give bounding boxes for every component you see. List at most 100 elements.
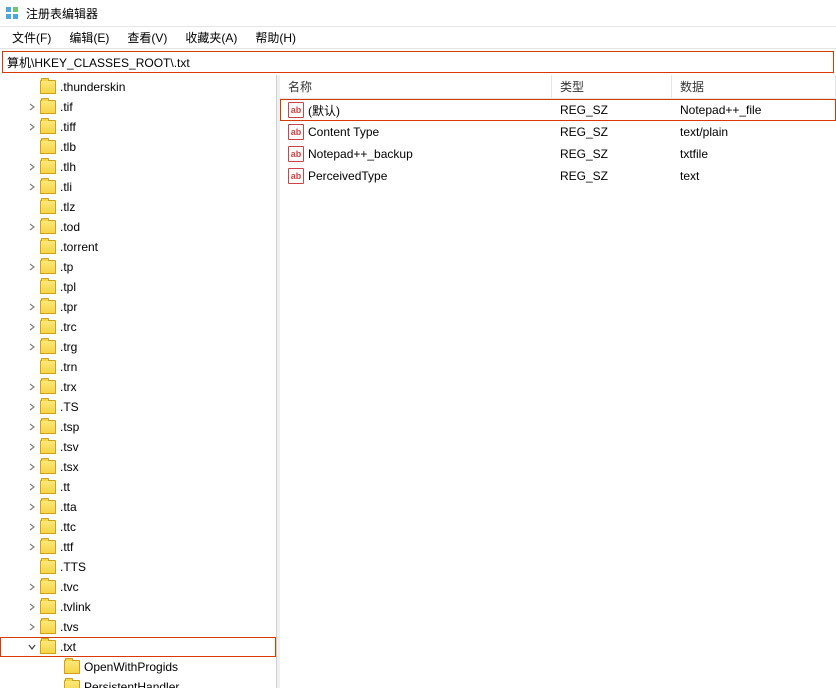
folder-icon	[40, 380, 56, 394]
tree-item[interactable]: .tvc	[0, 577, 276, 597]
tree-item[interactable]: .tlz	[0, 197, 276, 217]
value-name: Content Type	[308, 125, 379, 139]
menu-file[interactable]: 文件(F)	[4, 27, 59, 48]
folder-icon	[40, 520, 56, 534]
chevron-right-icon[interactable]	[24, 339, 40, 355]
folder-icon	[40, 260, 56, 274]
value-name: PerceivedType	[308, 169, 387, 183]
tree-item[interactable]: .TS	[0, 397, 276, 417]
chevron-right-icon[interactable]	[24, 99, 40, 115]
folder-icon	[40, 320, 56, 334]
menu-favorites[interactable]: 收藏夹(A)	[177, 27, 245, 48]
tree-item[interactable]: .tli	[0, 177, 276, 197]
tree-item[interactable]: .torrent	[0, 237, 276, 257]
tree-item[interactable]: .tvlink	[0, 597, 276, 617]
chevron-right-icon[interactable]	[24, 419, 40, 435]
cell-data: Notepad++_file	[672, 103, 836, 117]
list-row[interactable]: abContent TypeREG_SZtext/plain	[280, 121, 836, 143]
tree-item[interactable]: .tod	[0, 217, 276, 237]
tree-item-label: .trx	[60, 380, 77, 394]
header-type[interactable]: 类型	[552, 75, 672, 98]
chevron-right-icon[interactable]	[24, 599, 40, 615]
menu-help[interactable]: 帮助(H)	[247, 27, 304, 48]
menu-view[interactable]: 查看(V)	[119, 27, 175, 48]
tree-item[interactable]: .tsv	[0, 437, 276, 457]
tree-item[interactable]: .tlb	[0, 137, 276, 157]
chevron-right-icon[interactable]	[24, 119, 40, 135]
chevron-right-icon	[24, 559, 40, 575]
chevron-right-icon[interactable]	[24, 539, 40, 555]
tree-item-label: .tt	[60, 480, 70, 494]
chevron-right-icon[interactable]	[24, 299, 40, 315]
list-body[interactable]: ab(默认)REG_SZNotepad++_fileabContent Type…	[280, 99, 836, 688]
tree-item[interactable]: .tt	[0, 477, 276, 497]
chevron-right-icon[interactable]	[24, 379, 40, 395]
tree-item[interactable]: .tiff	[0, 117, 276, 137]
chevron-right-icon[interactable]	[24, 619, 40, 635]
chevron-right-icon[interactable]	[24, 519, 40, 535]
tree-item[interactable]: .tlh	[0, 157, 276, 177]
chevron-right-icon[interactable]	[24, 479, 40, 495]
value-name: Notepad++_backup	[308, 147, 413, 161]
tree-item[interactable]: .ttf	[0, 537, 276, 557]
tree-item[interactable]: .ttc	[0, 517, 276, 537]
chevron-right-icon[interactable]	[24, 179, 40, 195]
chevron-right-icon[interactable]	[24, 159, 40, 175]
chevron-right-icon[interactable]	[24, 219, 40, 235]
tree-item[interactable]: .trn	[0, 357, 276, 377]
tree-item[interactable]: .trg	[0, 337, 276, 357]
tree-item[interactable]: .tpl	[0, 277, 276, 297]
folder-icon	[40, 240, 56, 254]
tree-item[interactable]: .thunderskin	[0, 77, 276, 97]
menu-edit[interactable]: 编辑(E)	[61, 27, 117, 48]
tree-item[interactable]: PersistentHandler	[0, 677, 276, 688]
list-row[interactable]: abPerceivedTypeREG_SZtext	[280, 165, 836, 187]
tree-panel[interactable]: .thunderskin.tif.tiff.tlb.tlh.tli.tlz.to…	[0, 75, 277, 688]
folder-icon	[40, 200, 56, 214]
tree-item[interactable]: .tta	[0, 497, 276, 517]
folder-icon	[40, 140, 56, 154]
tree-item-label: .thunderskin	[60, 80, 125, 94]
tree-item-label: .tsx	[60, 460, 79, 474]
value-name: (默认)	[308, 102, 340, 119]
list-row[interactable]: ab(默认)REG_SZNotepad++_file	[280, 99, 836, 121]
header-name[interactable]: 名称	[280, 75, 552, 98]
tree-item[interactable]: OpenWithProgids	[0, 657, 276, 677]
chevron-right-icon[interactable]	[24, 259, 40, 275]
tree-item[interactable]: .tvs	[0, 617, 276, 637]
tree-item[interactable]: .trx	[0, 377, 276, 397]
folder-icon	[40, 620, 56, 634]
tree-item[interactable]: .tsx	[0, 457, 276, 477]
chevron-right-icon[interactable]	[24, 399, 40, 415]
chevron-down-icon[interactable]	[24, 639, 40, 655]
chevron-right-icon	[24, 359, 40, 375]
tree-item[interactable]: .tpr	[0, 297, 276, 317]
cell-data: txtfile	[672, 147, 836, 161]
chevron-right-icon[interactable]	[24, 459, 40, 475]
tree-item[interactable]: .tif	[0, 97, 276, 117]
folder-icon	[40, 600, 56, 614]
tree-item[interactable]: .tsp	[0, 417, 276, 437]
list-row[interactable]: abNotepad++_backupREG_SZtxtfile	[280, 143, 836, 165]
folder-icon	[40, 480, 56, 494]
tree-item[interactable]: .txt	[0, 637, 276, 657]
folder-icon	[40, 400, 56, 414]
cell-type: REG_SZ	[552, 169, 672, 183]
tree-item[interactable]: .tp	[0, 257, 276, 277]
folder-icon	[40, 100, 56, 114]
chevron-right-icon	[48, 679, 64, 688]
chevron-right-icon	[24, 239, 40, 255]
tree-item[interactable]: .TTS	[0, 557, 276, 577]
chevron-right-icon[interactable]	[24, 579, 40, 595]
chevron-right-icon[interactable]	[24, 499, 40, 515]
tree-item-label: .trg	[60, 340, 77, 354]
folder-icon	[40, 160, 56, 174]
tree-item[interactable]: .trc	[0, 317, 276, 337]
address-bar[interactable]: 算机\HKEY_CLASSES_ROOT\.txt	[2, 51, 834, 73]
chevron-right-icon[interactable]	[24, 439, 40, 455]
string-value-icon: ab	[288, 102, 304, 118]
cell-name: abPerceivedType	[280, 168, 552, 184]
tree-item-label: OpenWithProgids	[84, 660, 178, 674]
header-data[interactable]: 数据	[672, 75, 836, 98]
chevron-right-icon[interactable]	[24, 319, 40, 335]
